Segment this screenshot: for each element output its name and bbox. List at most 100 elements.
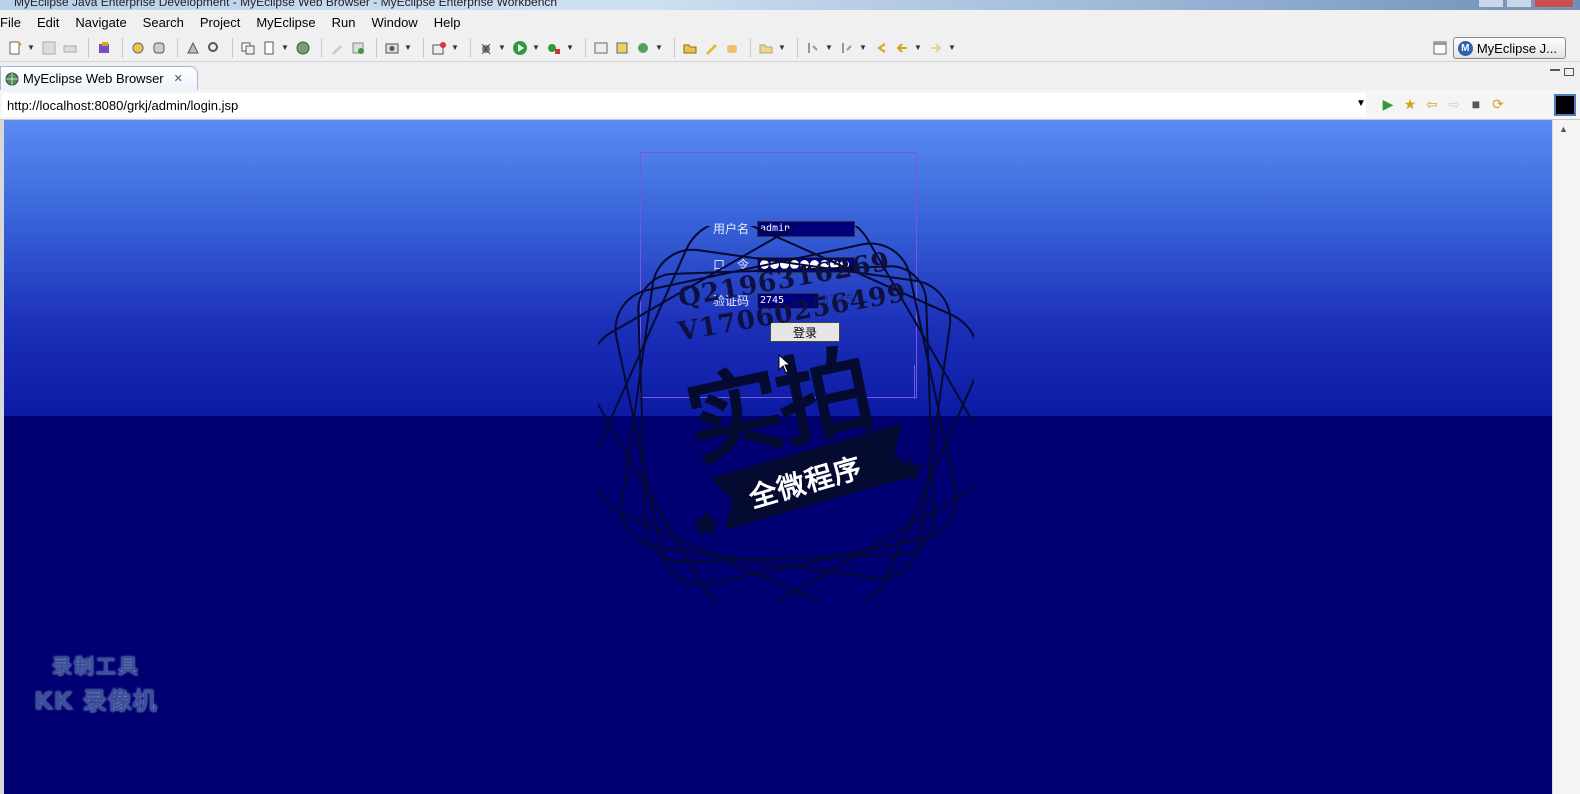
pencil-icon[interactable] [702, 39, 720, 57]
new-wizard-icon[interactable] [634, 39, 652, 57]
edit-icon[interactable] [328, 39, 346, 57]
toolbar-separator [423, 37, 424, 58]
minimize-button[interactable] [1478, 0, 1504, 8]
camera-dropdown-icon[interactable]: ▼ [404, 39, 412, 57]
mouse-cursor-icon [778, 354, 792, 374]
new-class-dropdown-icon[interactable]: ▼ [281, 39, 289, 57]
username-input[interactable]: admin [757, 220, 856, 237]
last-edit-icon[interactable] [872, 39, 890, 57]
watermark-line-2: KK 录像机 [34, 687, 158, 715]
globe-icon [5, 72, 19, 85]
menu-edit[interactable]: Edit [37, 15, 67, 30]
editor-tab-bar: MyEclipse Web Browser ✕ [0, 62, 1580, 90]
toolbar-separator [122, 37, 123, 58]
myeclipse-icon: M [1457, 40, 1473, 56]
close-icon[interactable]: ✕ [174, 72, 183, 85]
print-icon[interactable] [61, 39, 79, 57]
watermark-line-1: 录制工具 [51, 654, 140, 678]
run-dropdown-icon[interactable]: ▼ [532, 39, 540, 57]
new-dropdown-icon[interactable]: ▼ [27, 39, 35, 57]
hand-icon[interactable] [723, 39, 741, 57]
open-resource-icon[interactable] [613, 39, 631, 57]
browser-nav-buttons: ▶ ★ ⇦ ⇨ ■ ⟳ [1380, 95, 1506, 113]
menu-bar: File Edit Navigate Search Project MyEcli… [0, 10, 1580, 34]
globe-icon[interactable] [294, 39, 312, 57]
package-icon[interactable] [95, 39, 113, 57]
vertical-scrollbar[interactable]: ▲ [1552, 120, 1580, 794]
run-icon[interactable] [511, 39, 529, 57]
menu-myeclipse[interactable]: MyEclipse [256, 15, 323, 30]
wizard-dropdown-icon[interactable]: ▼ [451, 39, 459, 57]
toolbar-separator [470, 37, 471, 58]
open-folder-icon[interactable] [681, 39, 699, 57]
perspective-label: MyEclipse J... [1476, 40, 1557, 56]
login-panel-divider [914, 365, 915, 399]
forward-dropdown-icon[interactable]: ▼ [948, 39, 956, 57]
maximize-button[interactable] [1506, 0, 1532, 8]
url-input[interactable] [2, 93, 1366, 117]
prev-annotation-icon[interactable] [838, 39, 856, 57]
toolbar-separator [750, 37, 751, 58]
toolbar-separator [88, 37, 89, 58]
menu-search[interactable]: Search [143, 15, 192, 30]
back-icon[interactable]: ⇦ [1424, 95, 1440, 113]
url-history-dropdown-icon[interactable]: ▼ [1356, 98, 1366, 109]
search-server-icon[interactable] [205, 39, 223, 57]
deploy-icon[interactable] [184, 39, 202, 57]
next-annotation-dropdown-icon[interactable]: ▼ [825, 39, 833, 57]
menu-help[interactable]: Help [434, 15, 469, 30]
refresh-project-icon[interactable] [349, 39, 367, 57]
perspective-switcher[interactable]: M MyEclipse J... [1452, 37, 1566, 59]
open-type-icon[interactable] [592, 39, 610, 57]
close-button[interactable] [1534, 0, 1574, 8]
recorder-watermark: 录制工具 KK 录像机 [34, 650, 158, 716]
password-label: 口 令 [713, 258, 750, 272]
new-wizard-dropdown-icon[interactable]: ▼ [655, 39, 663, 57]
next-annotation-icon[interactable] [804, 39, 822, 57]
server-icon[interactable] [150, 39, 168, 57]
tab-label: MyEclipse Web Browser [23, 71, 164, 86]
view-controls [1550, 68, 1574, 76]
debug-server-icon[interactable] [129, 39, 147, 57]
wizard-icon[interactable] [430, 39, 448, 57]
open-perspective-icon[interactable] [1432, 40, 1448, 56]
menu-run[interactable]: Run [332, 15, 364, 30]
back-icon[interactable] [893, 39, 911, 57]
new-project-icon[interactable] [239, 39, 257, 57]
go-icon[interactable]: ▶ [1380, 95, 1396, 113]
maximize-view-button[interactable] [1564, 68, 1574, 76]
new-class-icon[interactable] [260, 39, 278, 57]
menu-file[interactable]: File [0, 15, 29, 30]
forward-icon[interactable]: ⇨ [1446, 95, 1462, 113]
menu-window[interactable]: Window [371, 15, 425, 30]
external-tools-dropdown-icon[interactable]: ▼ [566, 39, 574, 57]
toolbar-separator [585, 37, 586, 58]
window-controls [1478, 0, 1574, 8]
debug-icon[interactable] [477, 39, 495, 57]
new-file-icon[interactable] [6, 39, 24, 57]
browser-menu-button[interactable] [1554, 94, 1576, 116]
prev-annotation-dropdown-icon[interactable]: ▼ [859, 39, 867, 57]
refresh-icon[interactable]: ⟳ [1490, 95, 1506, 113]
window-title-bar: MyEclipse Java Enterprise Development - … [0, 0, 1580, 10]
minimize-view-button[interactable] [1550, 68, 1560, 71]
toolbar-separator [797, 37, 798, 58]
tab-web-browser[interactable]: MyEclipse Web Browser ✕ [0, 66, 198, 90]
stop-icon[interactable]: ■ [1468, 95, 1484, 113]
debug-dropdown-icon[interactable]: ▼ [498, 39, 506, 57]
save-icon[interactable] [40, 39, 58, 57]
browser-address-bar: ▼ ▶ ★ ⇦ ⇨ ■ ⟳ [0, 90, 1580, 120]
back-dropdown-icon[interactable]: ▼ [914, 39, 922, 57]
folder-sync-dropdown-icon[interactable]: ▼ [778, 39, 786, 57]
forward-icon[interactable] [927, 39, 945, 57]
menu-navigate[interactable]: Navigate [75, 15, 134, 30]
folder-sync-icon[interactable] [757, 39, 775, 57]
favorites-icon[interactable]: ★ [1402, 95, 1418, 113]
menu-project[interactable]: Project [200, 15, 248, 30]
external-tools-icon[interactable] [545, 39, 563, 57]
camera-icon[interactable] [383, 39, 401, 57]
username-label: 用户名 [713, 222, 750, 236]
toolbar-separator [177, 37, 178, 58]
scroll-up-icon[interactable]: ▲ [1559, 124, 1568, 134]
toolbar-separator [674, 37, 675, 58]
